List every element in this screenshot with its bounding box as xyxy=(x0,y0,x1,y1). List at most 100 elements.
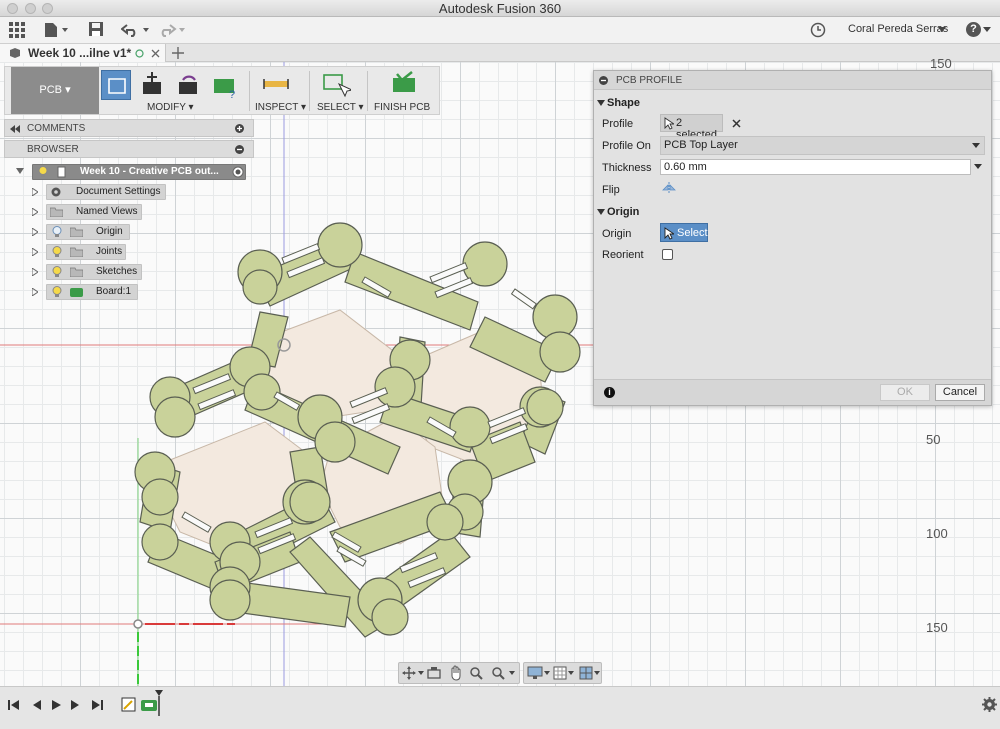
timeline-play-icon[interactable] xyxy=(50,699,62,711)
thickness-input[interactable]: 0.60 mm xyxy=(660,159,971,175)
file-menu-icon[interactable] xyxy=(44,22,70,38)
finish-pcb-button[interactable] xyxy=(389,70,419,100)
browser-item-named-views[interactable]: Named Views xyxy=(32,204,172,220)
browser-item-joints[interactable]: Joints xyxy=(32,244,172,260)
display-settings-icon[interactable] xyxy=(527,666,543,680)
measure-button[interactable] xyxy=(261,70,291,100)
look-at-icon[interactable] xyxy=(427,666,441,680)
timeline-marker-icon[interactable] xyxy=(154,690,164,718)
timeline-first-icon[interactable] xyxy=(8,699,20,711)
profile-selection-button[interactable]: 2 selected xyxy=(660,114,723,141)
info-icon[interactable]: i xyxy=(604,387,615,398)
viewports-dropdown-icon[interactable] xyxy=(594,671,600,676)
move-component-button[interactable] xyxy=(137,70,167,100)
comments-panel-header[interactable]: COMMENTS xyxy=(4,119,254,137)
timeline-sketch-feature-icon[interactable] xyxy=(120,696,138,714)
lightbulb-off-icon[interactable] xyxy=(52,226,62,238)
collapsed-triangle-icon[interactable] xyxy=(32,268,38,276)
cancel-button[interactable]: Cancel xyxy=(935,384,985,401)
origin-section-header[interactable]: Origin xyxy=(607,206,639,218)
dialog-collapse-icon[interactable] xyxy=(599,76,608,85)
browser-item-origin[interactable]: Origin xyxy=(32,224,172,240)
collapsed-triangle-icon[interactable] xyxy=(32,188,38,196)
add-comment-icon[interactable] xyxy=(235,124,244,133)
lightbulb-icon[interactable] xyxy=(52,246,62,258)
sync-status-icon xyxy=(135,49,144,58)
zoom-icon[interactable] xyxy=(469,666,483,680)
component-info-button[interactable]: ? xyxy=(209,70,239,101)
minimize-window-button[interactable] xyxy=(25,3,36,14)
ribbon-divider xyxy=(249,71,250,111)
zoom-dropdown-icon[interactable] xyxy=(509,671,515,676)
lightbulb-icon[interactable] xyxy=(38,166,48,178)
display-dropdown-icon[interactable] xyxy=(544,671,550,676)
ribbon-group-inspect[interactable]: INSPECT ▾ xyxy=(255,102,306,113)
collapse-browser-icon[interactable] xyxy=(235,145,244,154)
help-menu-chevron-icon[interactable] xyxy=(983,27,991,33)
close-window-button[interactable] xyxy=(7,3,18,14)
reorient-checkbox[interactable] xyxy=(662,249,673,260)
tab-document[interactable]: Week 10 ...ilne v1* xyxy=(0,44,166,62)
timeline-next-icon[interactable] xyxy=(70,699,82,711)
undo-icon[interactable] xyxy=(121,22,151,38)
gear-icon xyxy=(51,187,61,197)
browser-item-sketches[interactable]: Sketches xyxy=(32,264,172,280)
redo-icon[interactable] xyxy=(158,22,188,38)
collapsed-triangle-icon[interactable] xyxy=(32,208,38,216)
grid-settings-icon[interactable] xyxy=(553,666,567,680)
pcb-profile-tool-button[interactable] xyxy=(101,70,131,100)
new-tab-plus-icon[interactable] xyxy=(172,47,184,59)
select-button[interactable] xyxy=(321,70,354,100)
ok-button[interactable]: OK xyxy=(880,384,930,401)
grid-dropdown-icon[interactable] xyxy=(568,671,574,676)
orbit-dropdown-icon[interactable] xyxy=(418,671,424,676)
browser-root-item[interactable]: Week 10 - Creative PCB out... xyxy=(16,164,252,180)
lightbulb-icon[interactable] xyxy=(52,286,62,298)
collapse-left-icon[interactable] xyxy=(10,125,20,133)
ribbon-group-modify[interactable]: MODIFY ▾ xyxy=(147,102,194,113)
workspace-switcher[interactable]: PCB ▾ xyxy=(11,67,99,114)
workspace-label: PCB xyxy=(39,84,63,96)
expanded-triangle-icon[interactable] xyxy=(16,168,24,176)
timeline-previous-icon[interactable] xyxy=(30,699,42,711)
user-menu-chevron-icon[interactable] xyxy=(938,27,946,33)
browser-item-label: Joints xyxy=(96,246,123,257)
dialog-titlebar[interactable]: PCB PROFILE xyxy=(594,71,991,90)
fit-zoom-icon[interactable] xyxy=(491,666,505,680)
profile-on-select[interactable]: PCB Top Layer xyxy=(660,136,985,155)
thickness-dropdown-chevron-icon[interactable] xyxy=(974,164,982,170)
section-expanded-triangle-icon[interactable] xyxy=(597,100,605,107)
clear-selection-icon[interactable] xyxy=(732,119,741,128)
timeline-settings-gear-icon[interactable] xyxy=(982,697,997,712)
close-tab-icon[interactable] xyxy=(151,49,160,58)
save-icon[interactable] xyxy=(88,21,104,38)
ribbon-group-finish-pcb[interactable]: FINISH PCB xyxy=(374,102,430,113)
user-name[interactable]: Coral Pereda Serras xyxy=(848,23,948,35)
browser-panel-header[interactable]: BROWSER xyxy=(4,140,254,158)
browser-item-board[interactable]: Board:1 xyxy=(32,284,172,300)
flip-mirror-icon[interactable] xyxy=(662,181,676,195)
origin-point xyxy=(133,619,143,629)
data-panel-grid-icon[interactable] xyxy=(9,22,25,38)
activate-radio-icon[interactable] xyxy=(232,166,244,178)
thickness-label: Thickness xyxy=(602,162,652,174)
job-status-clock-icon[interactable] xyxy=(810,22,826,38)
finish-pcb-check-icon xyxy=(393,71,415,92)
collapsed-triangle-icon[interactable] xyxy=(32,288,38,296)
timeline-last-icon[interactable] xyxy=(91,699,103,711)
help-icon[interactable]: ? xyxy=(966,22,981,37)
collapsed-triangle-icon[interactable] xyxy=(32,248,38,256)
profile-label: Profile xyxy=(602,118,634,130)
pan-hand-icon[interactable] xyxy=(449,665,463,681)
zoom-window-button[interactable] xyxy=(42,3,53,14)
origin-select-button[interactable]: Select xyxy=(660,223,708,242)
lightbulb-icon[interactable] xyxy=(52,266,62,278)
section-expanded-triangle-icon[interactable] xyxy=(597,209,605,216)
browser-item-document-settings[interactable]: Document Settings xyxy=(32,184,172,200)
collapsed-triangle-icon[interactable] xyxy=(32,228,38,236)
orbit-icon[interactable] xyxy=(402,666,416,680)
shape-section-header[interactable]: Shape xyxy=(607,97,640,109)
ribbon-group-select[interactable]: SELECT ▾ xyxy=(317,102,364,113)
rotate-component-button[interactable] xyxy=(173,70,203,100)
viewports-icon[interactable] xyxy=(579,666,593,680)
